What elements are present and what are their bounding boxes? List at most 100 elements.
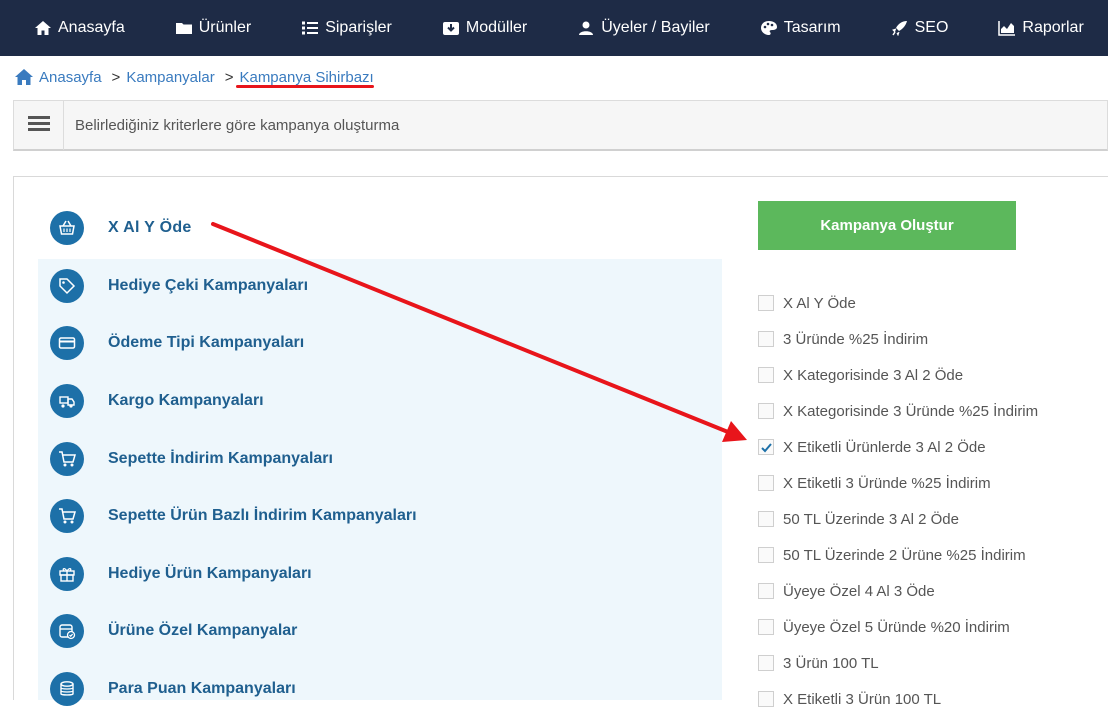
coins-icon — [50, 672, 84, 706]
checkbox[interactable] — [758, 295, 774, 311]
user-icon — [577, 20, 595, 36]
option-label: X Kategorisinde 3 Al 2 Öde — [783, 366, 964, 384]
campaign-label: Hediye Ürün Kampanyaları — [108, 565, 312, 582]
option-label: 3 Üründe %25 İndirim — [783, 330, 929, 348]
option-uyeye-ozel-5-urunde-20-indirim[interactable]: Üyeye Özel 5 Üründe %20 İndirim — [758, 617, 1010, 637]
campaign-label: Kargo Kampanyaları — [108, 392, 264, 409]
info-bar-text: Belirlediğiniz kriterlere göre kampanya … — [75, 116, 400, 134]
cart-icon — [50, 499, 84, 533]
option-label: 50 TL Üzerinde 2 Ürüne %25 İndirim — [783, 546, 1026, 564]
option-kategoride-3-urunde-25-indirim[interactable]: X Kategorisinde 3 Üründe %25 İndirim — [758, 401, 1038, 421]
home-icon — [34, 20, 52, 36]
list-icon — [301, 20, 319, 36]
nav-item-tasarim[interactable]: Tasarım — [760, 19, 841, 37]
nav-item-urunler[interactable]: Ürünler — [175, 19, 251, 37]
campaign-item-sepette-indirim[interactable]: Sepette İndirim Kampanyaları — [50, 442, 333, 476]
option-kategoride-3-al-2-ode[interactable]: X Kategorisinde 3 Al 2 Öde — [758, 365, 963, 385]
hamburger-icon — [27, 115, 50, 136]
checkbox[interactable] — [758, 655, 774, 671]
checkbox[interactable] — [758, 691, 774, 707]
breadcrumb-separator: > — [111, 68, 121, 86]
nav-label: Anasayfa — [58, 19, 125, 36]
nav-label: Raporlar — [1022, 19, 1084, 36]
info-bar: Belirlediğiniz kriterlere göre kampanya … — [13, 100, 1108, 151]
option-label: X Al Y Öde — [783, 294, 856, 312]
product-badge-icon — [50, 614, 84, 648]
checkbox[interactable] — [758, 583, 774, 599]
option-label: Üyeye Özel 4 Al 3 Öde — [783, 582, 935, 600]
campaign-label: Sepette Ürün Bazlı İndirim Kampanyaları — [108, 507, 417, 524]
campaign-item-urune-ozel[interactable]: Ürüne Özel Kampanyalar — [50, 614, 297, 648]
download-box-icon — [442, 20, 460, 36]
option-etiketli-3-urunde-25-indirim[interactable]: X Etiketli 3 Üründe %25 İndirim — [758, 473, 991, 493]
breadcrumb-kampanyalar-link[interactable]: Kampanyalar — [126, 69, 214, 86]
nav-item-uyeler[interactable]: Üyeler / Bayiler — [577, 19, 710, 37]
menu-toggle-button[interactable] — [14, 100, 64, 150]
basket-icon — [50, 211, 84, 245]
option-etiketli-3-al-2-ode[interactable]: X Etiketli Ürünlerde 3 Al 2 Öde — [758, 437, 986, 457]
create-campaign-button[interactable]: Kampanya Oluştur — [758, 201, 1016, 250]
breadcrumb-current[interactable]: Kampanya Sihirbazı — [239, 69, 373, 86]
option-label: Üyeye Özel 5 Üründe %20 İndirim — [783, 618, 1010, 636]
option-label: X Etiketli 3 Üründe %25 İndirim — [783, 474, 991, 492]
campaign-item-hediye-ceki[interactable]: Hediye Çeki Kampanyaları — [50, 269, 308, 303]
breadcrumb-separator: > — [224, 68, 234, 86]
nav-item-anasayfa[interactable]: Anasayfa — [34, 19, 125, 37]
top-nav: Anasayfa Ürünler Siparişler Modüller Üye… — [0, 0, 1108, 56]
breadcrumb-home-link[interactable]: Anasayfa — [39, 69, 102, 86]
campaign-label: Para Puan Kampanyaları — [108, 680, 296, 697]
checkbox[interactable] — [758, 331, 774, 347]
option-3-urunde-25-indirim[interactable]: 3 Üründe %25 İndirim — [758, 329, 928, 349]
option-label: 3 Ürün 100 TL — [783, 654, 879, 672]
campaign-item-x-al-y-ode[interactable]: X Al Y Öde — [50, 211, 192, 245]
nav-item-raporlar[interactable]: Raporlar — [998, 19, 1084, 37]
option-50-tl-3-al-2-ode[interactable]: 50 TL Üzerinde 3 Al 2 Öde — [758, 509, 959, 529]
folder-icon — [175, 20, 193, 36]
nav-label: Ürünler — [198, 19, 252, 36]
nav-label: SEO — [914, 19, 949, 36]
nav-item-moduller[interactable]: Modüller — [442, 19, 527, 37]
nav-label: Modüller — [465, 19, 528, 36]
campaign-label: Hediye Çeki Kampanyaları — [108, 277, 309, 294]
checkmark-icon — [760, 442, 772, 452]
checkbox[interactable] — [758, 403, 774, 419]
campaign-label: Ürüne Özel Kampanyalar — [108, 622, 298, 639]
campaign-label: X Al Y Öde — [108, 219, 192, 236]
campaign-item-odeme-tipi[interactable]: Ödeme Tipi Kampanyaları — [50, 326, 304, 360]
checkbox[interactable] — [758, 511, 774, 527]
cargo-icon — [50, 384, 84, 418]
campaign-label: Sepette İndirim Kampanyaları — [108, 450, 333, 467]
cart-icon — [50, 442, 84, 476]
nav-item-siparisler[interactable]: Siparişler — [301, 19, 392, 37]
option-x-al-y-ode[interactable]: X Al Y Öde — [758, 293, 856, 313]
checkbox[interactable] — [758, 619, 774, 635]
option-etiketli-3-urun-100-tl[interactable]: X Etiketli 3 Ürün 100 TL — [758, 689, 941, 709]
home-icon — [14, 68, 34, 86]
rocket-icon — [891, 20, 909, 36]
tag-icon — [50, 269, 84, 303]
option-3-urun-100-tl[interactable]: 3 Ürün 100 TL — [758, 653, 879, 673]
option-uyeye-ozel-4-al-3-ode[interactable]: Üyeye Özel 4 Al 3 Öde — [758, 581, 935, 601]
checkbox-checked[interactable] — [758, 439, 774, 455]
checkbox[interactable] — [758, 547, 774, 563]
palette-icon — [760, 20, 778, 36]
campaign-item-para-puan[interactable]: Para Puan Kampanyaları — [50, 672, 296, 706]
option-label: X Etiketli Ürünlerde 3 Al 2 Öde — [783, 438, 986, 456]
gift-icon — [50, 557, 84, 591]
credit-card-icon — [50, 326, 84, 360]
campaign-item-hediye-urun[interactable]: Hediye Ürün Kampanyaları — [50, 557, 312, 591]
nav-item-seo[interactable]: SEO — [891, 19, 949, 37]
option-50-tl-2-urune-25-indirim[interactable]: 50 TL Üzerinde 2 Ürüne %25 İndirim — [758, 545, 1026, 565]
nav-label: Üyeler / Bayiler — [601, 19, 710, 36]
option-label: X Kategorisinde 3 Üründe %25 İndirim — [783, 402, 1039, 420]
option-label: 50 TL Üzerinde 3 Al 2 Öde — [783, 510, 959, 528]
option-label: X Etiketli 3 Ürün 100 TL — [783, 690, 942, 708]
checkbox[interactable] — [758, 475, 774, 491]
campaign-item-kargo[interactable]: Kargo Kampanyaları — [50, 384, 264, 418]
checkbox[interactable] — [758, 367, 774, 383]
nav-label: Tasarım — [783, 19, 841, 36]
annotation-underline — [236, 85, 374, 88]
campaign-item-sepette-urun-bazli[interactable]: Sepette Ürün Bazlı İndirim Kampanyaları — [50, 499, 417, 533]
campaign-label: Ödeme Tipi Kampanyaları — [108, 334, 305, 351]
nav-label: Siparişler — [325, 19, 392, 36]
